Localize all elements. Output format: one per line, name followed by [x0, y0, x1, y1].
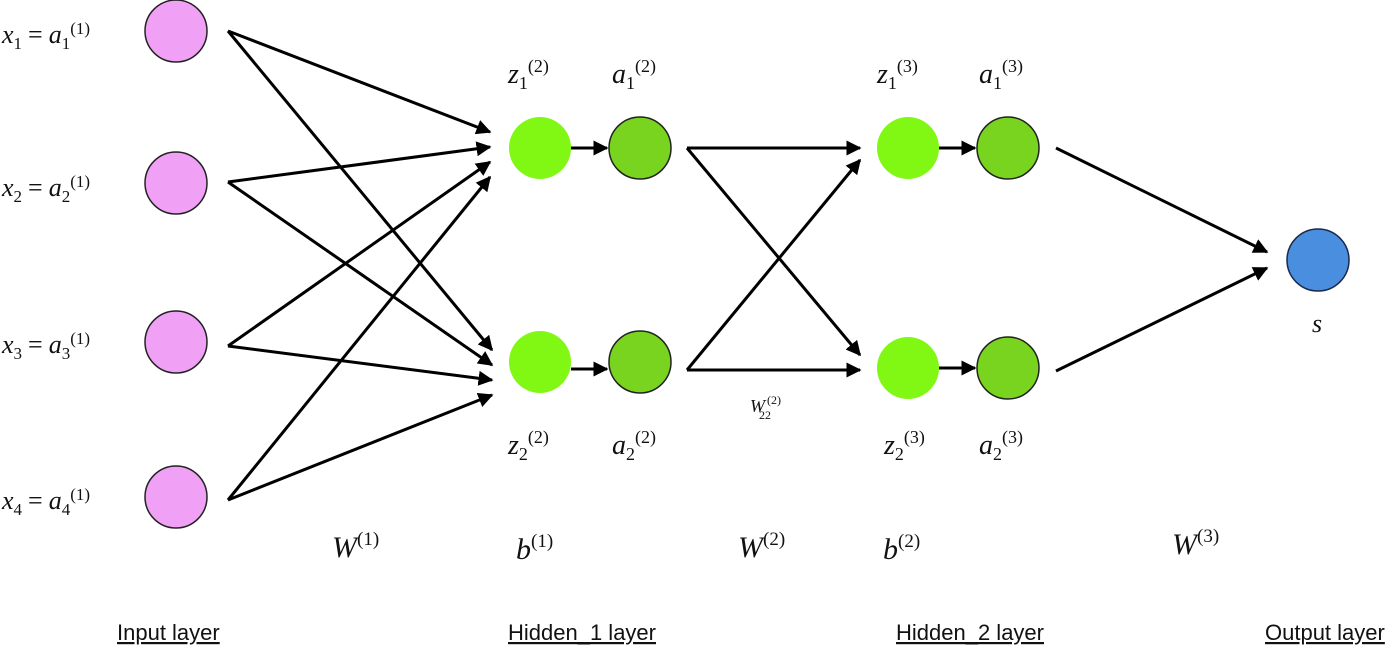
h1-z2-label: z2(2)	[507, 427, 549, 464]
weight-w3-label: W(3)	[1172, 526, 1219, 561]
svg-text:x3=a3(1): x3 = a3(1)	[1, 329, 90, 363]
weight-w1-label: W(1)	[332, 529, 379, 564]
h2-a2-label: a2(3)	[979, 427, 1023, 464]
edge-x1-to-h1-z1	[227, 29, 492, 135]
hidden-2-layer-label: Hidden_2 layer	[896, 620, 1044, 645]
edge-weight-w22-label: W (2) 22	[750, 393, 781, 422]
svg-text:x4=a4(1): x4 = a4(1)	[1, 485, 90, 519]
h1-a2-label: a2(2)	[612, 427, 656, 464]
edge-h1-a2-to-h2-z1	[685, 158, 862, 371]
input-layer-label: Input layer	[117, 620, 220, 645]
h1-a1-label: a1(2)	[612, 56, 656, 93]
edge-h1-a1-to-h2-z2	[685, 147, 862, 357]
svg-text:x2=a2(1): x2 = a2(1)	[1, 172, 90, 206]
svg-text:x1=a1(1): x1 = a1(1)	[1, 19, 90, 53]
output-node-label: s	[1312, 309, 1322, 338]
output-layer-label: Output layer	[1265, 620, 1385, 645]
input-node-3	[144, 310, 208, 374]
input-label-1: x1 = a1(1)	[1, 19, 90, 53]
h1-a1-node	[608, 116, 672, 180]
input-label-2: x2 = a2(1)	[1, 172, 90, 206]
bias-b1-label: b(1)	[516, 531, 553, 566]
h2-a1-node	[976, 116, 1040, 180]
h1-z1-label: z1(2)	[507, 56, 549, 93]
edge-h2-a1-to-output	[1055, 146, 1269, 254]
h1-z2-node	[509, 331, 571, 393]
h2-z2-label: z2(3)	[883, 427, 925, 464]
edge-x2-to-h1-z1	[227, 141, 492, 184]
h2-z2-node	[877, 337, 939, 399]
bias-b2-label: b(2)	[883, 531, 920, 566]
edges-group	[226, 29, 1269, 502]
neural-network-diagram: x1 = a1(1) x2 = a2(1) x3 = a3(1) x4 = a4(1) z1(2…	[1, 0, 1385, 645]
input-node-1	[144, 0, 208, 63]
edge-h2-a2-to-output	[1055, 266, 1269, 373]
weight-w2-label: W(2)	[738, 529, 785, 564]
h2-z1-node	[877, 117, 939, 179]
nodes-group	[144, 0, 1350, 529]
hidden-1-layer-label: Hidden_1 layer	[508, 620, 656, 645]
h2-a1-label: a1(3)	[979, 56, 1023, 93]
edge-x4-to-h1-z1	[226, 175, 492, 501]
edge-x1-to-h1-z2	[226, 30, 494, 352]
output-node	[1286, 228, 1350, 292]
input-label-4: x4 = a4(1)	[1, 485, 90, 519]
edge-x3-to-h1-z2	[227, 344, 494, 386]
edge-x4-to-h1-z2	[227, 393, 494, 502]
input-node-2	[144, 151, 208, 215]
h1-z1-node	[509, 117, 571, 179]
h2-z1-label: z1(3)	[876, 56, 918, 93]
h1-a2-node	[608, 330, 672, 394]
input-label-3: x3 = a3(1)	[1, 329, 90, 363]
input-node-4	[144, 465, 208, 529]
h2-a2-node	[976, 336, 1040, 400]
